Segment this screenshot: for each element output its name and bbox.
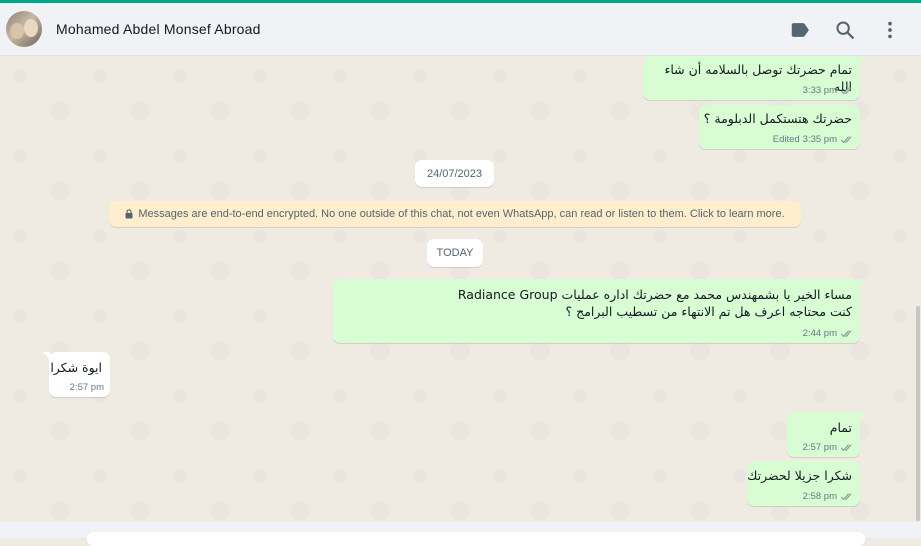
message-bubble-outgoing[interactable]: حضرتك هتستكمل الدبلومة ؟ Edited 3:35 pm: [699, 105, 860, 149]
message-meta: 2:57 pm: [70, 382, 104, 393]
encryption-notice-text: Messages are end-to-end encrypted. No on…: [138, 208, 785, 220]
contact-name[interactable]: Mohamed Abdel Monsef Abroad: [56, 21, 261, 37]
message-meta: 2:58 pm: [803, 491, 854, 502]
double-check-icon: [840, 87, 852, 95]
message-meta: Edited 3:35 pm: [773, 134, 854, 145]
edited-label: Edited: [772, 134, 800, 145]
message-meta: 2:57 pm: [803, 442, 854, 453]
avatar[interactable]: [6, 11, 42, 47]
message-time: 2:57 pm: [69, 382, 104, 393]
menu-icon[interactable]: [879, 19, 901, 41]
bubble-tail: [859, 56, 866, 64]
lock-icon: [125, 209, 133, 219]
message-time: 2:44 pm: [802, 328, 837, 339]
date-divider-today: TODAY: [427, 239, 483, 267]
message-text: شكرا جزيلا لحضرتك: [747, 468, 852, 483]
double-check-icon: [840, 136, 852, 144]
message-time: 3:33 pm: [802, 85, 837, 96]
chat-scrollbar[interactable]: [916, 306, 920, 521]
double-check-icon: [840, 493, 852, 501]
message-time: 3:35 pm: [802, 134, 837, 145]
message-bubble-outgoing[interactable]: شكرا جزيلا لحضرتك 2:58 pm: [747, 461, 860, 506]
message-bubble-outgoing[interactable]: مساء الخير يا بشمهندس محمد مع حضرتك ادار…: [333, 279, 866, 343]
avatar-person-1: [10, 23, 24, 39]
message-meta: 3:33 pm: [803, 85, 854, 96]
bubble-tail: [859, 412, 866, 420]
bubble-tail: [859, 279, 866, 287]
double-check-icon: [840, 330, 852, 338]
chat-header: Mohamed Abdel Monsef Abroad: [0, 3, 921, 56]
message-input[interactable]: [87, 532, 865, 546]
message-bubble-incoming[interactable]: ايوة شكرا 2:57 pm: [43, 352, 110, 397]
message-text: ايوة شكرا: [50, 360, 102, 375]
message-time: 2:58 pm: [802, 491, 837, 502]
message-list[interactable]: تمام حضرتك توصل بالسلامه أن شاء الله 3:3…: [0, 56, 921, 522]
message-time: 2:57 pm: [802, 442, 837, 453]
message-bubble-outgoing[interactable]: تمام 2:57 pm: [787, 412, 866, 457]
search-icon[interactable]: [834, 19, 856, 41]
date-divider: 24/07/2023: [415, 160, 494, 187]
message-text: مساء الخير يا بشمهندس محمد مع حضرتك ادار…: [457, 287, 852, 319]
double-check-icon: [840, 444, 852, 452]
label-icon[interactable]: [789, 19, 811, 41]
encryption-notice[interactable]: Messages are end-to-end encrypted. No on…: [109, 201, 801, 227]
message-text: تمام: [829, 420, 852, 435]
message-text: حضرتك هتستكمل الدبلومة ؟: [703, 111, 852, 126]
message-bubble-outgoing[interactable]: تمام حضرتك توصل بالسلامه أن شاء الله 3:3…: [643, 56, 866, 100]
message-meta: 2:44 pm: [803, 328, 854, 339]
avatar-person-2: [24, 19, 38, 37]
bubble-tail: [43, 352, 50, 360]
